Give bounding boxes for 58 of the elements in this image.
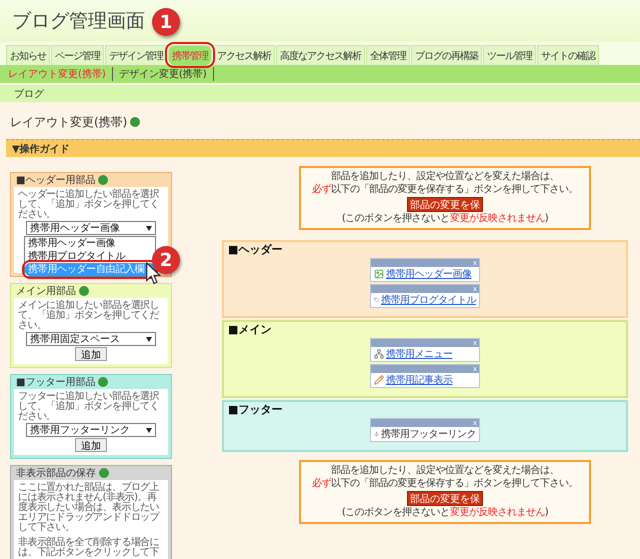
help-icon[interactable] [98,377,108,387]
parts-select[interactable]: 携帯用固定スペース [26,332,156,346]
breadcrumb-link[interactable]: ブログ [14,86,44,100]
panel-description: ここに置かれた部品は、ブログ上には表示されません(非表示)。再度表示したい場合は、表示したいエリアにドラッグアンドドロップして下さい。 [18,483,161,533]
nav-tab[interactable]: お知らせ [6,45,50,65]
widget-link[interactable]: 携帯用ブログタイトル [381,293,476,307]
tag-icon [374,295,379,305]
panel-title: ■ヘッダー用部品 [16,174,96,187]
help-icon[interactable] [79,286,89,296]
panel-description: メインに追加したい部品を選択して、「追加」ボタンを押してください。 [18,301,160,331]
widget-link[interactable]: 携帯用ヘッダー画像 [386,267,472,281]
pencil-icon [374,375,384,385]
notice-text: 部品を追加したり、設定や位置などを変えた場合は、 [331,171,559,183]
nav-tab[interactable]: ページ管理 [51,45,104,65]
zone-title: ■フッター [228,403,282,416]
widget-label: 携帯用フッターリンク [381,428,476,441]
widget-link[interactable]: 携帯用メニュー [386,347,452,361]
notice-text: 部品を追加したり、設定や位置などを変えた場合は、 [331,465,559,477]
panel-description: フッターに追加したい部品を選択して、「追加」ボタンを押してください。 [18,392,160,422]
save-changes-button[interactable]: 部品の変更を保 [407,491,483,506]
panel-description: ヘッダーに追加したい部品を選択して、「追加」ボタンを押してください。 [18,190,160,220]
notice-text: 必ず以下の「部品の変更を保存する」ボタンを押して下さい。 [312,184,578,196]
nav-tab[interactable]: ブログの再構築 [411,45,482,65]
caret-icon [146,226,152,230]
app-title: ブログ管理画面 [12,9,145,34]
parts-select[interactable]: 携帯用ヘッダー画像 [26,221,156,235]
notice-text: (このボタンを押さないと変更が反映されません) [342,213,548,225]
caret-icon [146,428,152,432]
notice-text: 必ず以下の「部品の変更を保存する」ボタンを押して下さい。 [312,478,578,490]
help-icon[interactable] [130,117,140,127]
nav-tab[interactable]: アクセス解析 [213,45,275,65]
help-icon[interactable] [99,468,109,478]
parts-select[interactable]: 携帯用フッターリンク [26,423,156,437]
add-button[interactable]: 追加 [75,438,107,452]
callout-badge: 2 [152,246,180,274]
zone-title: ■メイン [228,323,272,336]
guide-bar[interactable]: ▼操作ガイド [6,139,640,157]
panel-title: ■フッター用部品 [16,376,96,389]
zone-title: ■ヘッダー [228,243,282,256]
sub-nav-link[interactable]: デザイン変更(携帯) [118,67,214,81]
caret-icon [146,336,152,342]
anchor-icon [374,429,379,439]
panel-title: メイン用部品 [16,284,76,298]
panel-title: 非表示部品の保存 [16,466,96,480]
nav-tab[interactable]: サイトの確認 [537,45,599,65]
nav-tab[interactable]: 全体管理 [366,45,410,65]
add-button[interactable]: 追加 [75,347,107,361]
nav-tab[interactable]: ツール管理 [483,45,536,65]
image-icon [374,269,384,279]
page-title: レイアウト変更(携帯) [10,114,128,130]
save-changes-button[interactable]: 部品の変更を保 [407,197,483,212]
nav-tab[interactable]: 高度なアクセス解析 [276,45,365,65]
widget-link[interactable]: 携帯用記事表示 [386,373,452,387]
tree-icon [374,349,384,359]
notice-text: (このボタンを押さないと変更が反映されません) [342,507,548,519]
panel-description: 非表示部品を全て削除する場合には、下記ボタンをクリックして下 [18,538,160,558]
nav-tab[interactable]: デザイン管理 [105,45,167,65]
help-icon[interactable] [98,175,108,185]
